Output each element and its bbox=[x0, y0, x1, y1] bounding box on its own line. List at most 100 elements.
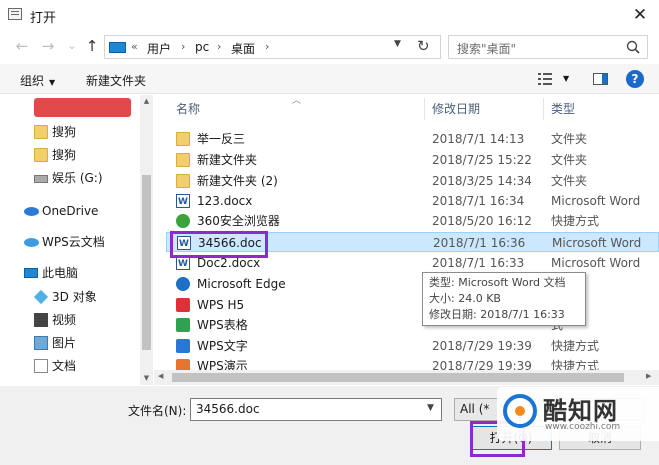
sidebar-item-pictures[interactable]: 图片 bbox=[30, 332, 153, 354]
breadcrumb-separator[interactable]: › bbox=[265, 40, 269, 53]
drive-icon bbox=[34, 175, 48, 183]
column-header-date[interactable]: 修改日期 bbox=[432, 95, 480, 123]
filename-field[interactable]: 34566.doc ▼ bbox=[190, 398, 442, 421]
chevron-down-icon[interactable]: ▼ bbox=[563, 74, 569, 83]
breadcrumb-separator[interactable]: › bbox=[181, 40, 185, 53]
help-icon[interactable]: ? bbox=[626, 70, 644, 88]
window-title: 打开 bbox=[30, 11, 57, 26]
watermark-title: 酷知网 bbox=[543, 397, 618, 425]
file-row[interactable]: 123.docx 2018/7/1 16:34 Microsoft Word bbox=[166, 191, 659, 212]
up-arrow-icon[interactable]: ↑ bbox=[82, 36, 102, 56]
refresh-icon[interactable]: ↻ bbox=[417, 37, 430, 55]
computer-icon bbox=[109, 42, 126, 53]
wps-writer-icon bbox=[176, 339, 190, 353]
breadcrumb-desktop[interactable]: 桌面 bbox=[231, 40, 255, 57]
file-date: 2018/7/29 19:39 bbox=[432, 339, 532, 353]
sidebar-item-videos[interactable]: 视频 bbox=[30, 309, 153, 331]
forward-arrow-icon[interactable]: → bbox=[38, 36, 58, 56]
sidebar-item-label: 3D 对象 bbox=[52, 290, 97, 304]
chevron-down-icon[interactable]: ▼ bbox=[427, 403, 434, 413]
redacted-item bbox=[34, 98, 131, 117]
filename-value[interactable]: 34566.doc bbox=[196, 402, 260, 416]
file-type-value: All (* bbox=[460, 402, 490, 416]
column-divider[interactable] bbox=[543, 98, 544, 120]
scroll-down-icon[interactable]: ▼ bbox=[140, 374, 153, 382]
breadcrumb-separator[interactable]: › bbox=[217, 40, 221, 53]
close-button[interactable]: ✕ bbox=[628, 4, 652, 26]
column-header-name[interactable]: 名称 bbox=[176, 95, 200, 123]
file-date: 2018/5/20 16:12 bbox=[432, 214, 532, 228]
file-name: Microsoft Edge bbox=[197, 277, 286, 291]
sidebar-item-label: 图片 bbox=[52, 336, 77, 350]
file-row[interactable]: 360安全浏览器 2018/5/20 16:12 快捷方式 bbox=[166, 211, 659, 231]
file-name: 123.docx bbox=[197, 194, 253, 208]
sidebar-item-drive-g[interactable]: 娱乐 (G:) bbox=[30, 167, 153, 189]
file-name: 新建文件夹 (2) bbox=[197, 174, 278, 188]
folder-icon bbox=[176, 132, 190, 146]
sidebar-scrollbar[interactable]: ▲ ▼ bbox=[140, 95, 153, 385]
watermark-logo-icon bbox=[503, 394, 537, 428]
scroll-left-icon[interactable]: ◀ bbox=[158, 372, 163, 380]
file-name: WPS H5 bbox=[197, 298, 245, 312]
horizontal-scrollbar[interactable]: ◀ ▶ bbox=[154, 370, 659, 385]
preview-pane-icon[interactable] bbox=[593, 73, 608, 85]
scroll-up-icon[interactable]: ▲ bbox=[140, 97, 153, 105]
file-row[interactable]: 举一反三 2018/7/1 14:13 文件夹 bbox=[166, 129, 659, 149]
breadcrumb-overflow[interactable]: « bbox=[131, 40, 138, 53]
cloud-icon bbox=[24, 207, 39, 216]
folder-icon bbox=[34, 125, 48, 139]
view-options-icon[interactable] bbox=[538, 73, 552, 85]
sidebar-item-label: 此电脑 bbox=[42, 266, 79, 280]
sidebar-item-3d-objects[interactable]: 3D 对象 bbox=[30, 286, 153, 308]
sidebar-item-sogou-2[interactable]: 搜狗 bbox=[30, 144, 153, 166]
wps-cloud-icon bbox=[24, 238, 39, 247]
sidebar-item-documents[interactable]: 文档 bbox=[30, 355, 153, 377]
recent-locations-icon[interactable]: ⌄ bbox=[62, 36, 82, 56]
file-type: 快捷方式 bbox=[551, 339, 600, 353]
new-folder-button[interactable]: 新建文件夹 bbox=[86, 72, 146, 89]
file-name: 360安全浏览器 bbox=[197, 214, 280, 228]
scrollbar-thumb[interactable] bbox=[172, 373, 624, 382]
column-header-type[interactable]: 类型 bbox=[551, 95, 575, 123]
edge-browser-icon bbox=[176, 277, 190, 291]
sidebar-item-this-pc[interactable]: 此电脑 bbox=[20, 262, 145, 284]
file-row[interactable]: 新建文件夹 2018/7/25 15:22 文件夹 bbox=[166, 150, 659, 170]
search-input[interactable]: 搜索"桌面" bbox=[457, 40, 516, 57]
tooltip-date: 修改日期: 2018/7/1 16:33 bbox=[429, 308, 565, 321]
word-document-icon bbox=[176, 192, 190, 212]
dialog-icon bbox=[8, 8, 22, 20]
breadcrumb-pc[interactable]: pc bbox=[195, 40, 209, 54]
tooltip-type: 类型: Microsoft Word 文档 bbox=[429, 276, 566, 289]
navigation-bar: ← → ⌄ ↑ « 用户 › pc › 桌面 › ▼ ↻ 搜索"桌面" bbox=[0, 32, 659, 62]
back-arrow-icon[interactable]: ← bbox=[12, 36, 32, 56]
sidebar-item-label: 搜狗 bbox=[52, 148, 77, 162]
folder-icon bbox=[34, 148, 48, 162]
file-type: Microsoft Word bbox=[551, 256, 641, 270]
annotation-box bbox=[170, 231, 268, 258]
file-row[interactable]: 新建文件夹 (2) 2018/3/25 14:34 文件夹 bbox=[166, 171, 659, 191]
tooltip-size: 大小: 24.0 KB bbox=[429, 292, 501, 305]
sidebar-item-sogou[interactable]: 搜狗 bbox=[30, 121, 153, 143]
file-type: 文件夹 bbox=[551, 132, 588, 146]
file-row[interactable]: WPS文字 2018/7/29 19:39 快捷方式 bbox=[166, 336, 659, 356]
sidebar-item-label: 视频 bbox=[52, 313, 77, 327]
navigation-pane: 搜狗 搜狗 娱乐 (G:) OneDrive WPS云文档 此电脑 3D 对象 … bbox=[0, 95, 153, 385]
breadcrumb-users[interactable]: 用户 bbox=[147, 40, 171, 57]
scrollbar-thumb[interactable] bbox=[142, 175, 151, 350]
search-box[interactable]: 搜索"桌面" bbox=[448, 35, 648, 59]
organize-button[interactable]: 组织 ▼ bbox=[20, 72, 55, 89]
sidebar-item-onedrive[interactable]: OneDrive bbox=[20, 200, 145, 222]
column-divider[interactable] bbox=[424, 98, 425, 120]
file-date: 2018/7/1 16:33 bbox=[432, 256, 525, 270]
address-bar[interactable]: « 用户 › pc › 桌面 › ▼ ↻ bbox=[104, 35, 441, 59]
address-dropdown-icon[interactable]: ▼ bbox=[394, 39, 401, 49]
chevron-down-icon: ▼ bbox=[49, 78, 56, 87]
file-type: 文件夹 bbox=[551, 174, 588, 188]
scroll-right-icon[interactable]: ▶ bbox=[646, 372, 651, 380]
sidebar-item-wps-cloud[interactable]: WPS云文档 bbox=[20, 231, 145, 253]
sidebar-item-label: WPS云文档 bbox=[42, 235, 105, 249]
filename-label: 文件名(N): bbox=[128, 404, 187, 418]
search-icon[interactable] bbox=[625, 39, 641, 55]
file-date: 2018/7/1 16:34 bbox=[432, 194, 525, 208]
360-browser-icon bbox=[176, 214, 190, 228]
